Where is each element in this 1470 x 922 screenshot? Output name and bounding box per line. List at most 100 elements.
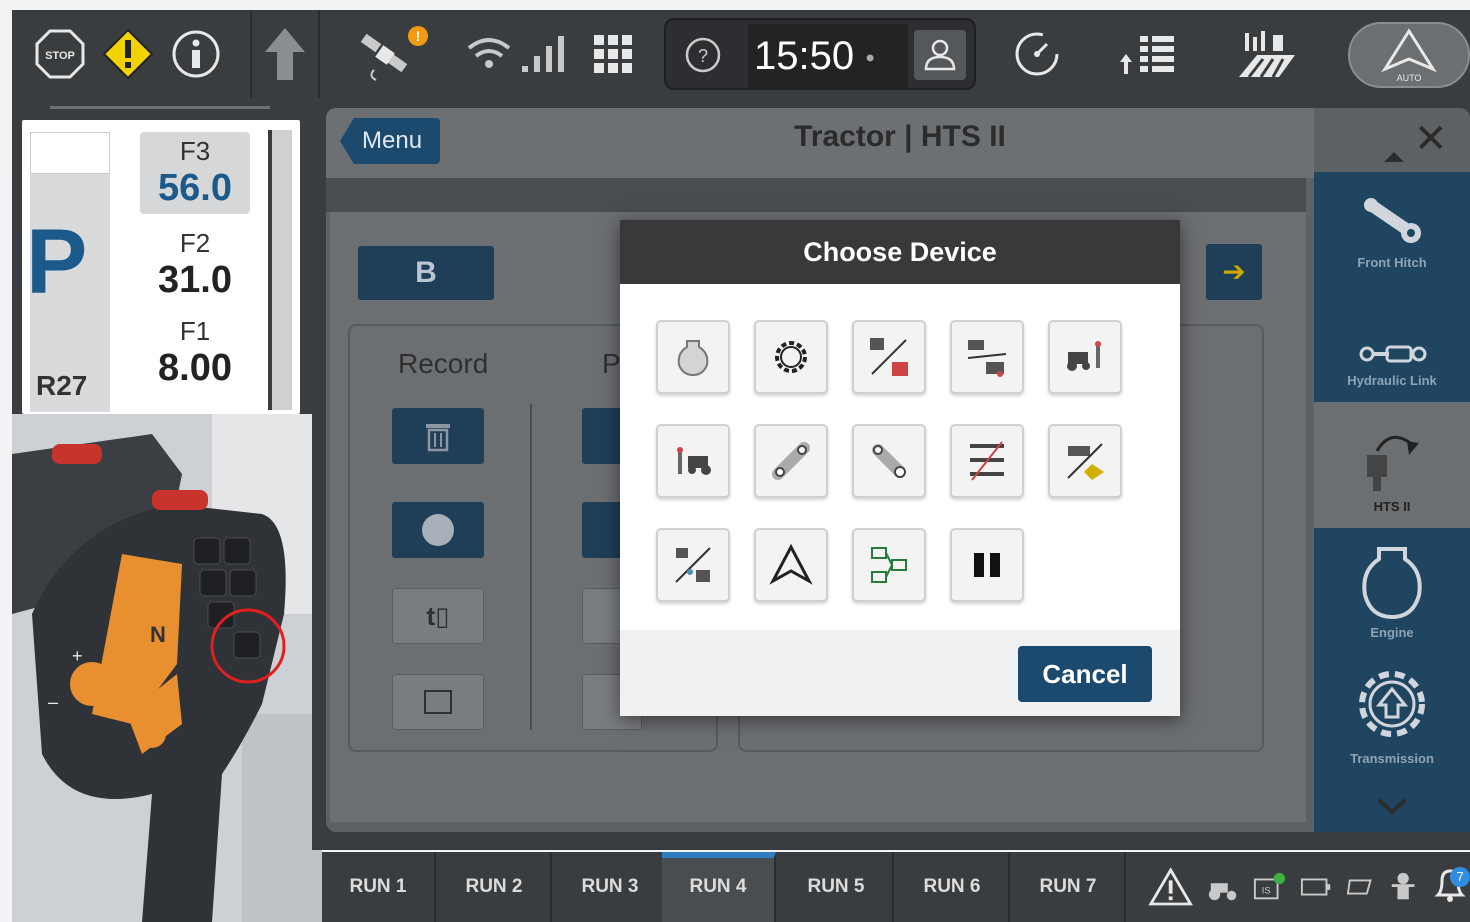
field-icon[interactable]	[1234, 24, 1300, 84]
run-tab-bar: RUN 1 RUN 2 RUN 3 RUN 4 RUN 5 RUN 6 RUN …	[322, 852, 1470, 922]
gear-panel: P R27 F3 56.0 F2 31.0 F1 8.00	[12, 98, 312, 414]
close-icon[interactable]: ✕	[1414, 116, 1448, 162]
record-label: Record	[398, 348, 489, 379]
gear-scrollbar[interactable]	[268, 130, 292, 410]
device-pto-ratio[interactable]	[656, 528, 730, 602]
device-engine[interactable]	[656, 320, 730, 394]
sidebar-item-engine[interactable]: Engine	[1314, 528, 1470, 654]
tab-run-6[interactable]: RUN 6	[896, 852, 1010, 922]
up-arrow-icon[interactable]	[260, 24, 310, 84]
auto-label: AUTO	[1397, 73, 1422, 83]
gauge-icon[interactable]	[1008, 24, 1066, 84]
help-icon[interactable]: ?	[680, 32, 726, 78]
next-arrow-button[interactable]: ➔	[1206, 244, 1262, 300]
gear-f2[interactable]: F2 31.0	[140, 228, 250, 302]
worker-icon[interactable]	[1388, 870, 1418, 904]
implement-icon[interactable]	[1346, 876, 1374, 898]
sidebar-item-hydraulic-link[interactable]: Hydraulic Link	[1314, 276, 1470, 402]
choose-device-dialog: Choose Device Cancel	[620, 220, 1180, 716]
device-hitch[interactable]	[852, 424, 926, 498]
list-icon[interactable]	[1116, 24, 1180, 84]
menu-button[interactable]: Menu	[340, 118, 440, 164]
grid-icon[interactable]	[588, 24, 638, 84]
sidebar-label: HTS II	[1373, 499, 1411, 514]
sidebar-item-hts[interactable]: HTS II	[1314, 402, 1470, 528]
signal-icon[interactable]	[516, 24, 572, 84]
device-ratio[interactable]	[852, 320, 926, 394]
time-text: 15:50	[754, 34, 855, 78]
tab-run-1[interactable]: RUN 1	[322, 852, 436, 922]
alert-icon[interactable]	[1148, 866, 1193, 908]
device-autoguide[interactable]	[754, 528, 828, 602]
tractor-status-icon[interactable]	[1207, 871, 1239, 903]
device-tractor-hitch[interactable]	[1048, 320, 1122, 394]
tractor-ratio-device-icon	[967, 340, 1007, 377]
svg-text:N: N	[150, 622, 166, 647]
play-label: P	[602, 348, 621, 379]
warning-icon[interactable]	[100, 24, 156, 84]
svg-text:IS: IS	[1262, 886, 1271, 897]
sidebar-item-transmission[interactable]: Transmission	[1314, 654, 1470, 780]
network-device-icon	[871, 547, 907, 583]
gear-range: R27	[36, 370, 88, 401]
autoguide-device-icon	[769, 543, 813, 585]
tab-run-2[interactable]: RUN 2	[438, 852, 552, 922]
device-pause[interactable]	[950, 528, 1024, 602]
device-tractor-ratio[interactable]	[950, 320, 1024, 394]
top-status-bar: STOP ! ? 15:50 ● AUTO	[12, 10, 1470, 98]
b-button[interactable]: B	[358, 246, 494, 300]
sidebar-label: Hydraulic Link	[1347, 373, 1437, 388]
info-icon[interactable]	[168, 24, 224, 84]
svg-text:?: ?	[698, 46, 708, 66]
device-implement[interactable]	[1048, 424, 1122, 498]
cancel-button[interactable]: Cancel	[1018, 646, 1152, 702]
battery-icon[interactable]	[1300, 876, 1332, 898]
device-gear[interactable]	[754, 320, 828, 394]
isobus-icon[interactable]: IS	[1253, 871, 1286, 903]
device-axle[interactable]	[950, 424, 1024, 498]
user-icon[interactable]	[914, 30, 966, 80]
tab-run-7[interactable]: RUN 7	[1012, 852, 1126, 922]
tab-run-4[interactable]: RUN 4	[662, 852, 776, 922]
timed-record-button[interactable]: t▯	[392, 588, 484, 644]
sidebar-label: Front Hitch	[1357, 255, 1427, 270]
record-divider	[530, 404, 532, 730]
gear-mode: P	[26, 211, 88, 313]
f1-value: 8.00	[158, 347, 232, 389]
clock-time: 15:50 ●	[748, 24, 908, 88]
ratio-device-icon	[870, 338, 908, 376]
record-button[interactable]	[392, 502, 484, 558]
svg-text:!: !	[416, 28, 421, 44]
satellite-icon[interactable]: !	[350, 24, 434, 84]
hitch-tractor-device-icon	[677, 447, 711, 475]
stop-icon[interactable]: STOP	[32, 24, 88, 84]
sidebar-scroll-down[interactable]	[1314, 780, 1470, 832]
f1-label: F1	[179, 316, 211, 346]
tab-run-5[interactable]: RUN 5	[780, 852, 894, 922]
clock-widget: ? 15:50 ●	[664, 18, 976, 90]
sidebar-item-front-hitch[interactable]: Front Hitch	[1314, 172, 1470, 284]
tab-run-3[interactable]: RUN 3	[554, 852, 668, 922]
delete-button[interactable]	[392, 408, 484, 464]
device-network[interactable]	[852, 528, 926, 602]
notification-button[interactable]: 7	[1432, 865, 1470, 909]
stop-record-button[interactable]	[392, 674, 484, 730]
panel-subbar	[326, 178, 1306, 212]
gear-f3[interactable]: F3 56.0	[140, 132, 250, 214]
device-hitch-tractor[interactable]	[656, 424, 730, 498]
auto-guidance-button[interactable]: AUTO	[1348, 22, 1470, 88]
svg-text:+: +	[72, 646, 83, 666]
square-icon	[424, 690, 452, 714]
sidebar-label: Transmission	[1350, 751, 1434, 766]
engine-device-icon	[677, 340, 709, 377]
gear-f1[interactable]: F1 8.00	[140, 316, 250, 390]
link-device-icon	[772, 442, 810, 480]
dialog-title: Choose Device	[620, 220, 1180, 284]
device-link[interactable]	[754, 424, 828, 498]
front-hitch-icon	[1364, 198, 1421, 243]
f2-label: F2	[179, 228, 211, 258]
hitch-device-icon	[872, 444, 906, 478]
gear-device-icon	[775, 341, 807, 373]
timer-icon: t▯	[426, 600, 450, 631]
wifi-icon[interactable]	[464, 24, 514, 84]
